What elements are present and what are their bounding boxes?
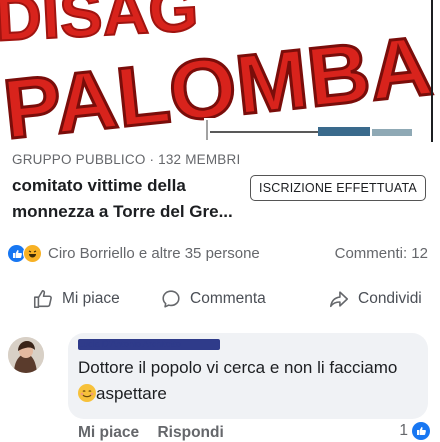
like-reaction-icon (412, 422, 430, 440)
comment-likes[interactable]: 1 (399, 422, 430, 440)
comment-like-link[interactable]: Mi piace (78, 424, 139, 441)
group-name[interactable]: comitato vittime della monnezza a Torre … (12, 173, 237, 225)
comment-text-part-2: aspettare (96, 384, 167, 403)
cover-image[interactable]: DISAG PALOMBA (0, 0, 440, 142)
reactions-summary[interactable]: Ciro Borriello e altre 35 persone (8, 244, 260, 263)
share-button-label: Condividi (358, 290, 422, 307)
thumbs-up-icon (33, 289, 52, 309)
reactions-text: Ciro Borriello e altre 35 persone (48, 245, 260, 262)
smiling-emoji-icon (78, 384, 96, 402)
cover-graphic: DISAG PALOMBA (0, 0, 440, 142)
avatar-image (8, 337, 44, 373)
post-actions: Mi piace Commenta Condividi (0, 288, 440, 318)
share-button[interactable]: Condividi (328, 288, 422, 310)
haha-reaction-icon (23, 244, 42, 263)
comment-actions: Mi piace Rispondi (78, 424, 238, 442)
like-button-label: Mi piace (62, 290, 120, 307)
reaction-icons (8, 244, 42, 263)
share-arrow-icon (329, 291, 349, 308)
comment-bubble[interactable]: Lucia D'Antonio Architetto Dottore il po… (68, 333, 428, 419)
comment-author-name[interactable]: Lucia D'Antonio Architetto (78, 339, 220, 350)
like-button[interactable]: Mi piace (32, 288, 120, 310)
comment-text-part-1: Dottore il popolo vi cerca e non li facc… (78, 358, 398, 377)
commenter-avatar[interactable] (8, 337, 44, 373)
comment-reply-link[interactable]: Rispondi (157, 424, 223, 441)
comment-like-count: 1 (399, 422, 408, 439)
comment-text: Dottore il popolo vi cerca e non li facc… (78, 355, 408, 407)
joined-button[interactable]: ISCRIZIONE EFFETTUATA (250, 175, 426, 201)
comments-count[interactable]: Commenti: 12 (335, 245, 428, 262)
comment-bubble-icon (162, 290, 180, 308)
group-meta: GRUPPO PUBBLICO · 132 MEMBRI (12, 152, 241, 167)
comment-button[interactable]: Commenta (160, 288, 266, 310)
comment-button-label: Commenta (190, 290, 266, 307)
